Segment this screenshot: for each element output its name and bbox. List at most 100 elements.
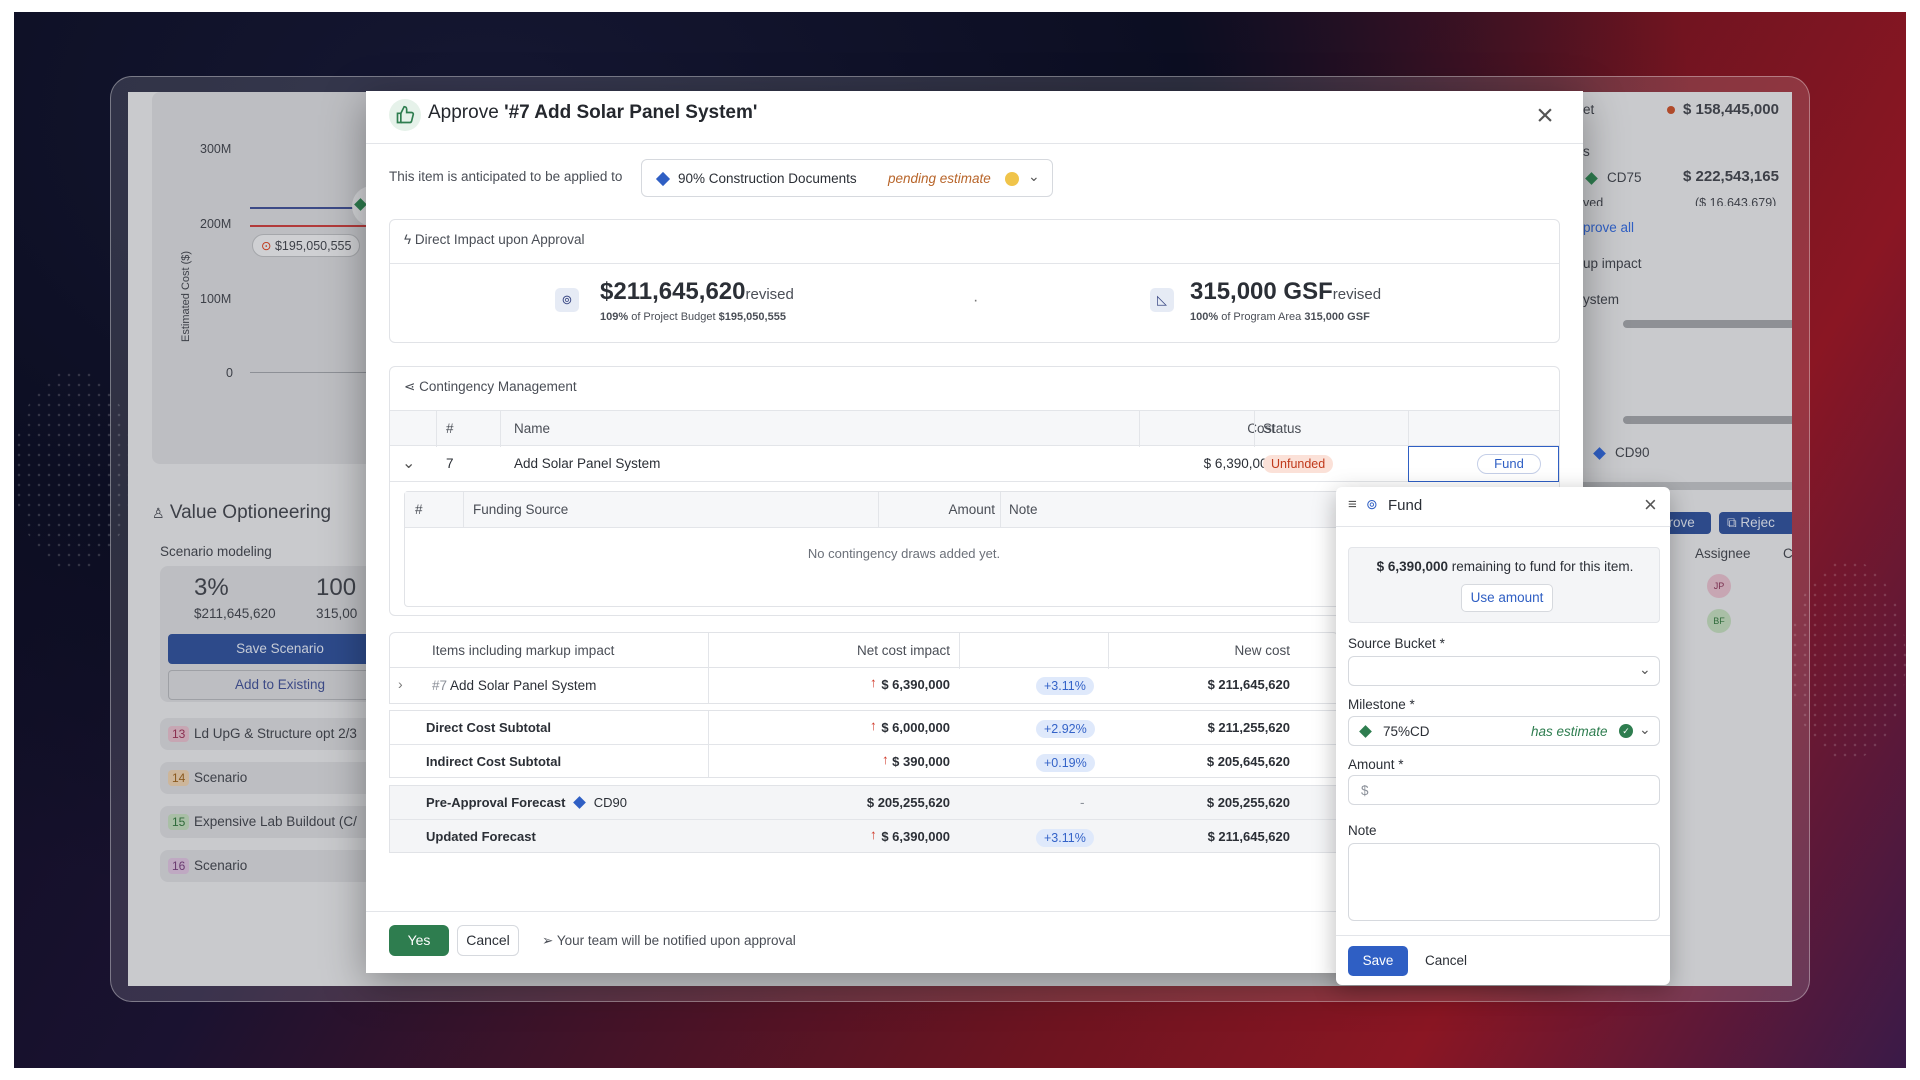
- divider: [1336, 935, 1670, 936]
- milestone-name: 90% Construction Documents: [678, 171, 857, 186]
- col-status: Status: [1263, 421, 1302, 436]
- dollar-icon: ⊚: [1366, 496, 1378, 512]
- drag-handle-icon[interactable]: ≡: [1348, 496, 1357, 513]
- scenario-item[interactable]: 14 Scenario: [160, 762, 392, 794]
- table-row[interactable]: ⌄ 7 Add Solar Panel System $ 6,390,000 U…: [390, 446, 1559, 482]
- scenario-item[interactable]: 13 Ld UpG & Structure opt 2/3: [160, 718, 392, 750]
- scenario-number: 16: [168, 858, 190, 874]
- reject-label: Rejec: [1740, 515, 1775, 530]
- sub-col-source: Funding Source: [473, 502, 569, 517]
- scenario-number: 15: [168, 814, 190, 830]
- target-icon: ⊙: [261, 239, 272, 253]
- divider: [708, 668, 709, 703]
- fund-button[interactable]: Fund: [1477, 454, 1541, 474]
- approve-all-link[interactable]: prove all: [1583, 220, 1634, 235]
- divider: [1139, 411, 1140, 447]
- close-icon[interactable]: ×: [1644, 492, 1657, 518]
- amount-placeholder: $: [1361, 783, 1369, 798]
- cost-of: of Project Budget: [631, 311, 716, 323]
- row-name: Add Solar Panel System: [514, 456, 661, 471]
- pct-badge: +0.19%: [1036, 754, 1095, 772]
- impact-col-new: New cost: [1234, 643, 1290, 658]
- row-cost: $ 6,390,000: [1203, 456, 1275, 471]
- remaining-label: remaining to fund for this item.: [1451, 559, 1634, 574]
- new-cost: $ 211,255,620: [1207, 720, 1290, 735]
- yes-button[interactable]: Yes: [389, 925, 449, 956]
- source-bucket-select[interactable]: ⌄: [1348, 656, 1660, 686]
- cost-detail: 109% of Project Budget $195,050,555: [600, 311, 786, 323]
- divider: [390, 744, 1338, 745]
- note-textarea[interactable]: [1348, 843, 1660, 921]
- fund-popover: ≡ ⊚ Fund × $ 6,390,000 remaining to fund…: [1336, 487, 1670, 985]
- status-dot: [1667, 106, 1675, 114]
- milestone-status: has estimate: [1531, 724, 1608, 739]
- area-suffix: revised: [1332, 286, 1382, 303]
- area-detail: 100% of Program Area 315,000 GSF: [1190, 311, 1370, 323]
- send-icon: ➢: [542, 933, 554, 948]
- cancel-button[interactable]: Cancel: [1425, 953, 1467, 968]
- divider: [878, 492, 879, 528]
- new-cost: $ 205,645,620: [1206, 754, 1290, 769]
- scenario-pct-2: 100: [316, 574, 357, 601]
- direct-impact-label: Direct Impact upon Approval: [414, 232, 585, 247]
- arrow-up-icon: ↑: [870, 827, 877, 842]
- milestone-tag: CD90: [593, 795, 627, 810]
- fund-title: Fund: [1388, 497, 1423, 514]
- cost-revised: $211,645,620revised: [600, 278, 794, 306]
- amount-field-label: Amount *: [1348, 757, 1404, 772]
- use-amount-button[interactable]: Use amount: [1461, 584, 1553, 612]
- scrollbar[interactable]: [1623, 416, 1792, 424]
- save-scenario-button[interactable]: Save Scenario: [168, 634, 392, 664]
- row-name: Direct Cost Subtotal: [426, 720, 551, 735]
- save-button[interactable]: Save: [1348, 946, 1408, 976]
- scenario-item[interactable]: 16 Scenario: [160, 850, 392, 882]
- dollar-icon: ⊚: [555, 288, 579, 312]
- scrollbar[interactable]: [1623, 320, 1792, 328]
- close-icon[interactable]: ×: [1531, 101, 1559, 131]
- divider: [463, 492, 464, 528]
- scenario-item[interactable]: 15 Expensive Lab Buildout (C/: [160, 806, 392, 838]
- reject-icon: ⧉: [1727, 515, 1737, 530]
- reject-button[interactable]: ⧉ Rejec: [1719, 512, 1792, 534]
- lightning-icon: ϟ: [404, 232, 412, 247]
- ytick-0: 0: [226, 366, 233, 380]
- cd75-value: $ 222,543,165: [1683, 168, 1779, 185]
- cost-pct: 109%: [600, 311, 629, 323]
- modal-header: Approve '#7 Add Solar Panel System' ×: [366, 91, 1583, 144]
- area-of: of Program Area: [1221, 311, 1302, 323]
- item-prefix: #7: [432, 678, 448, 693]
- divider: [1000, 492, 1001, 528]
- budget-marker-value: $195,050,555: [274, 239, 352, 253]
- ytick-100m: 100M: [200, 292, 232, 306]
- milestone-select[interactable]: 90% Construction Documents pending estim…: [641, 159, 1053, 197]
- scenario-amount: $211,645,620: [194, 606, 276, 621]
- pct-badge-label: +2.92%: [1036, 720, 1095, 738]
- milestone-status: pending estimate: [888, 171, 991, 186]
- cost-suffix: revised: [745, 286, 794, 303]
- new-cost: $ 205,255,620: [1206, 795, 1290, 810]
- cost-value: $211,645,620: [600, 278, 746, 305]
- chevron-down-icon[interactable]: ⌄: [402, 453, 415, 473]
- applied-text: This item is anticipated to be applied t…: [389, 169, 623, 184]
- sub-col-note: Note: [1009, 502, 1038, 517]
- cancel-button[interactable]: Cancel: [457, 925, 519, 956]
- milestone-label: Milestone: [1348, 697, 1406, 712]
- add-to-existing-button[interactable]: Add to Existing: [168, 670, 392, 700]
- value-optioneering-label: Value Optioneering: [169, 502, 332, 523]
- notify-label: Your team will be notified upon approval: [556, 933, 796, 948]
- milestone-select[interactable]: 75%CD has estimate ✓ ⌄: [1348, 716, 1660, 746]
- amount-input[interactable]: $: [1348, 775, 1660, 805]
- status-badge-label: Unfunded: [1263, 455, 1334, 473]
- chevron-down-icon: ⌄: [1639, 721, 1651, 737]
- net-cost: $ 205,255,620: [866, 795, 950, 810]
- impact-header-row: Items including markup impact Net cost i…: [389, 632, 1339, 669]
- pct-badge-label: +3.11%: [1036, 829, 1094, 847]
- funding-subtable: # Funding Source Amount Note No continge…: [404, 491, 1404, 607]
- title-prefix: Approve: [428, 102, 499, 123]
- sub-col-num: #: [415, 502, 423, 517]
- chevron-right-icon[interactable]: ›: [398, 676, 403, 692]
- area-total: 315,000 GSF: [1304, 311, 1370, 323]
- empty-state: No contingency draws added yet.: [807, 546, 1001, 561]
- table-row[interactable]: › #7 Add Solar Panel System ↑ $ 6,390,00…: [389, 668, 1339, 704]
- milestone-value: 75%CD: [1383, 724, 1430, 739]
